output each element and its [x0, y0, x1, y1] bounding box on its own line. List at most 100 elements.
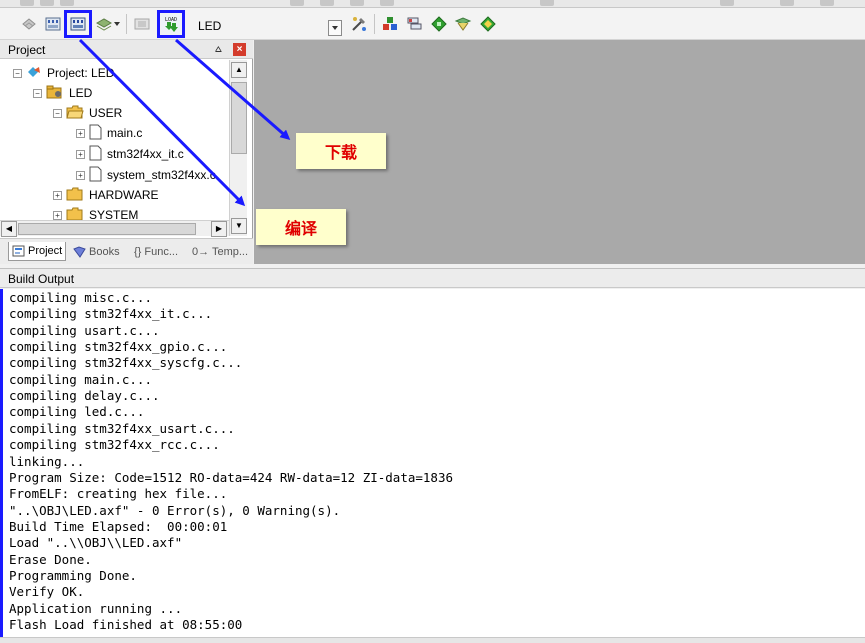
tab-books[interactable]: Books: [70, 242, 127, 261]
scroll-down-icon[interactable]: ▼: [231, 218, 247, 234]
select-packs-icon[interactable]: [428, 13, 450, 35]
options-icon[interactable]: [348, 13, 370, 35]
output-line: linking...: [9, 454, 85, 469]
tree-node-label: stm32f4xx_it.c: [107, 147, 184, 161]
tab-functions[interactable]: {} Func...: [131, 242, 186, 261]
tab-label: {} Func...: [134, 245, 179, 258]
tree-node-label: LED: [69, 86, 93, 100]
folder-open-icon: [66, 105, 84, 122]
run-time-environment-icon[interactable]: [477, 13, 499, 35]
project-panel-header: Project ⩟ ×: [0, 40, 253, 59]
books-icon: [73, 245, 86, 258]
output-line: compiling stm32f4xx_rcc.c...: [9, 437, 220, 452]
expand-icon[interactable]: +: [76, 170, 85, 180]
output-line: FromELF: creating hex file...: [9, 486, 228, 501]
collapse-icon[interactable]: −: [53, 108, 62, 118]
output-line: Erase Done.: [9, 552, 92, 567]
tree-node-label: USER: [89, 106, 123, 120]
project-panel: Project ⩟ × − Project: LED − LED − USER …: [0, 40, 253, 264]
tab-label: Books: [89, 245, 120, 258]
tree-node-project[interactable]: − Project: LED: [13, 64, 114, 82]
output-line: Program Size: Code=1512 RO-data=424 RW-d…: [9, 470, 454, 485]
manage-components-icon[interactable]: [379, 13, 401, 35]
close-icon[interactable]: ×: [233, 43, 246, 56]
output-line: Verify OK.: [9, 584, 85, 599]
ide-window: LOAD LED Project ⩟ × − Project: LED − LE…: [0, 0, 865, 643]
collapse-icon[interactable]: −: [13, 68, 22, 78]
target-select-dropdown[interactable]: [328, 20, 342, 36]
project-tree: − Project: LED − LED − USER + main.c + s…: [0, 60, 229, 220]
download-icon[interactable]: LOAD: [157, 10, 185, 38]
project-panel-title: Project: [8, 43, 46, 57]
output-line: compiling usart.c...: [9, 323, 160, 338]
expand-icon[interactable]: +: [76, 128, 85, 138]
file-icon: [89, 145, 102, 164]
output-line: compiling misc.c...: [9, 290, 152, 305]
expand-icon[interactable]: +: [53, 210, 62, 220]
tree-node-label: HARDWARE: [89, 188, 159, 202]
expand-icon[interactable]: +: [53, 190, 62, 200]
collapse-icon[interactable]: −: [33, 88, 42, 98]
manage-rte-icon[interactable]: [452, 13, 474, 35]
output-line: compiling stm32f4xx_gpio.c...: [9, 339, 228, 354]
tree-node-label: SYSTEM: [89, 208, 139, 220]
panel-edge-highlight: [0, 289, 3, 637]
output-line: "..\OBJ\LED.axf" - 0 Error(s), 0 Warning…: [9, 503, 341, 518]
rebuild-icon[interactable]: [64, 10, 92, 38]
folder-icon: [66, 207, 84, 220]
output-line: Load "..\\OBJ\\LED.axf": [9, 535, 183, 550]
tree-horizontal-scrollbar[interactable]: ◀ ▶: [0, 220, 229, 237]
scroll-right-icon[interactable]: ▶: [211, 221, 227, 237]
tree-node-target[interactable]: − LED: [33, 84, 92, 102]
target-select-label: LED: [198, 19, 222, 33]
tree-node-file[interactable]: + system_stm32f4xx.c: [76, 166, 216, 184]
tab-label: Project: [28, 245, 63, 257]
build-icon[interactable]: [42, 13, 64, 35]
file-icon: [89, 166, 102, 185]
build-toolbar: LOAD LED: [0, 8, 865, 40]
tree-node-label: Project: LED: [47, 66, 115, 80]
output-line: Application running ...: [9, 601, 183, 616]
menu-toolbar-partial: [0, 0, 865, 8]
build-output-title: Build Output: [8, 272, 75, 286]
tree-vertical-scrollbar[interactable]: ▲ ▼: [229, 60, 247, 236]
tree-node-label: main.c: [107, 126, 143, 140]
tree-node-label: system_stm32f4xx.c: [107, 168, 216, 182]
pack-installer-icon[interactable]: [404, 13, 426, 35]
output-line: compiling led.c...: [9, 404, 145, 419]
output-line: Build Time Elapsed: 00:00:01: [9, 519, 228, 534]
tab-templates[interactable]: 0→ Temp...: [189, 242, 249, 261]
scroll-up-icon[interactable]: ▲: [231, 62, 247, 78]
scroll-thumb[interactable]: [231, 82, 247, 154]
tree-node-file[interactable]: + stm32f4xx_it.c: [76, 145, 184, 163]
status-strip: [0, 637, 865, 643]
output-line: compiling delay.c...: [9, 388, 160, 403]
translate-icon[interactable]: [18, 13, 40, 35]
tree-node-file[interactable]: + main.c: [76, 124, 142, 142]
build-output-header: Build Output: [0, 268, 865, 288]
output-line: Flash Load finished at 08:55:00: [9, 617, 243, 632]
compile-callout: 编译: [256, 209, 346, 245]
tree-node-group-hardware[interactable]: + HARDWARE: [53, 186, 159, 204]
chevron-down-icon[interactable]: [111, 13, 123, 35]
download-callout: 下载: [296, 133, 386, 169]
target-icon: [46, 85, 64, 102]
scroll-left-icon[interactable]: ◀: [1, 221, 17, 237]
output-line: compiling stm32f4xx_syscfg.c...: [9, 355, 243, 370]
output-line: Programming Done.: [9, 568, 137, 583]
output-line: compiling stm32f4xx_usart.c...: [9, 421, 235, 436]
folder-icon: [66, 187, 84, 204]
stop-build-icon[interactable]: [131, 13, 153, 35]
tab-project[interactable]: Project: [8, 242, 66, 261]
expand-icon[interactable]: +: [76, 149, 85, 159]
output-line: compiling main.c...: [9, 372, 152, 387]
build-output-panel[interactable]: compiling misc.c... compiling stm32f4xx_…: [0, 289, 865, 637]
tree-node-group-user[interactable]: − USER: [53, 104, 122, 122]
scroll-thumb[interactable]: [18, 223, 196, 235]
tree-node-group-system[interactable]: + SYSTEM: [53, 206, 138, 220]
tab-label: 0→ Temp...: [192, 245, 249, 258]
project-tab-icon: [12, 245, 25, 257]
project-panel-tabs: Project Books {} Func... 0→ Temp...: [0, 238, 253, 264]
project-icon: [26, 65, 42, 82]
pin-icon[interactable]: ⩟: [215, 43, 222, 56]
